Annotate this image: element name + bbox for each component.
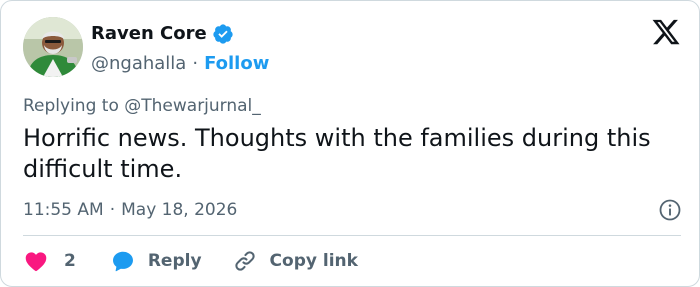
tweet-date[interactable]: May 18, 2026 xyxy=(121,198,237,222)
replying-prefix: Replying to xyxy=(23,96,119,116)
action-bar: 2 Reply Copy link xyxy=(23,247,358,275)
follow-button[interactable]: Follow xyxy=(204,52,269,76)
timestamp-separator: · xyxy=(109,200,116,220)
like-count: 2 xyxy=(64,251,76,271)
tweet-header: Raven Core @ngahalla · Follow xyxy=(23,17,683,79)
handle-row: @ngahalla · Follow xyxy=(91,52,269,76)
tweet-time[interactable]: 11:55 AM xyxy=(23,198,104,222)
copy-link-button[interactable]: Copy link xyxy=(232,248,358,274)
replying-to: Replying to @Thewarjurnal_ xyxy=(23,94,261,118)
link-icon xyxy=(232,248,258,274)
info-icon[interactable] xyxy=(658,198,682,222)
author-block: Raven Core @ngahalla · Follow xyxy=(91,22,269,76)
handle-separator: · xyxy=(192,53,199,74)
reply-label: Reply xyxy=(147,251,202,271)
name-row: Raven Core xyxy=(91,22,269,46)
speech-bubble-icon xyxy=(110,248,136,274)
heart-icon xyxy=(23,248,49,274)
timestamp-row[interactable]: 11:55 AM · May 18, 2026 xyxy=(23,198,237,222)
tweet-text: Horrific news. Thoughts with the familie… xyxy=(23,124,651,183)
reply-button[interactable]: Reply xyxy=(110,248,232,274)
actions-divider xyxy=(23,235,681,236)
avatar-image xyxy=(23,17,83,77)
author-handle[interactable]: @ngahalla xyxy=(91,52,186,76)
author-display-name[interactable]: Raven Core xyxy=(91,22,207,46)
replying-mention-link[interactable]: @Thewarjurnal_ xyxy=(124,96,261,116)
like-button[interactable]: 2 xyxy=(23,248,110,274)
copy-link-label: Copy link xyxy=(269,251,358,271)
x-logo-icon[interactable] xyxy=(651,17,681,47)
tweet-card: Raven Core @ngahalla · Follow Replying t… xyxy=(0,0,700,287)
verified-badge-icon xyxy=(212,23,234,45)
avatar[interactable] xyxy=(23,17,83,77)
